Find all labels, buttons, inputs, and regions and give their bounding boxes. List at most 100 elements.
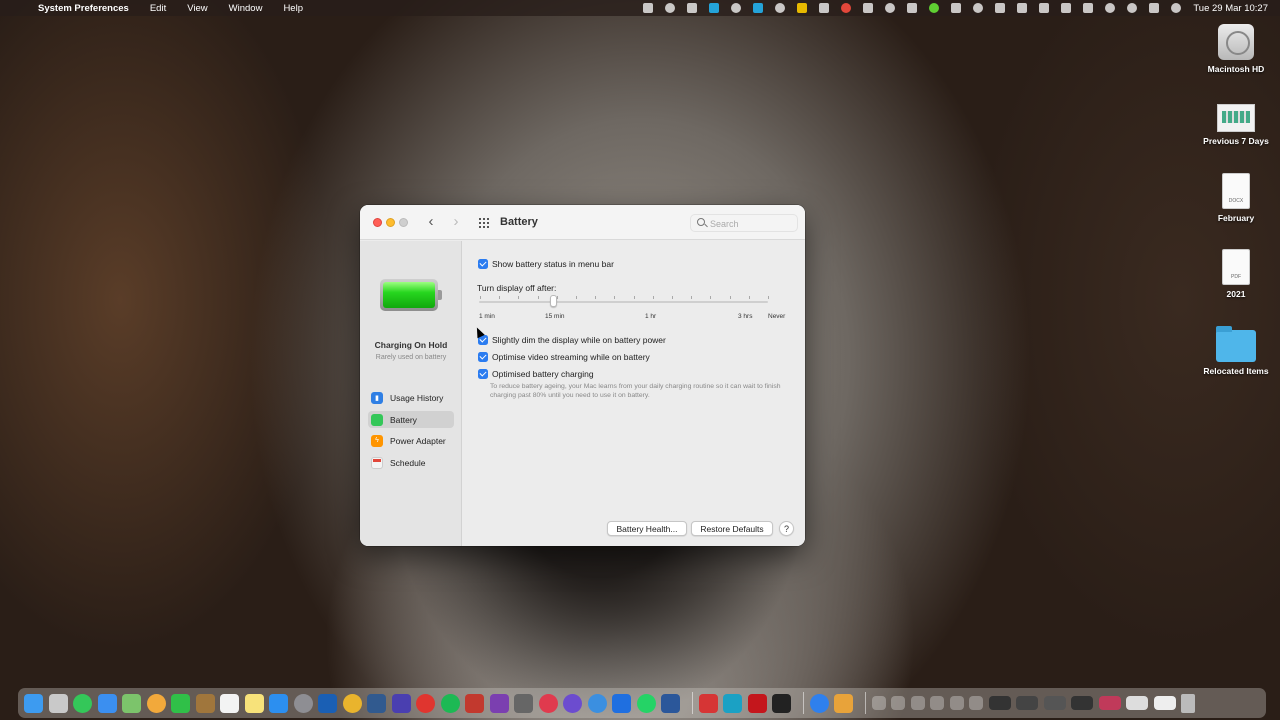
minimized-window-icon[interactable] (1126, 696, 1148, 710)
minimized-window-icon[interactable] (969, 696, 983, 710)
mail-icon[interactable] (97, 693, 117, 713)
minimized-window-icon[interactable] (930, 696, 944, 710)
quicktime-dock-icon[interactable] (723, 693, 742, 713)
bluetooth-icon[interactable] (1017, 3, 1028, 13)
control-center-icon[interactable] (1149, 3, 1160, 13)
display-off-slider-track[interactable] (479, 301, 768, 303)
system-preferences-icon[interactable] (293, 693, 313, 713)
help-button[interactable]: ? (779, 521, 794, 536)
contacts-icon[interactable] (195, 693, 215, 713)
battery-health-button[interactable]: Battery Health... (607, 521, 687, 536)
window-titlebar[interactable]: ‹ › Battery (360, 205, 805, 240)
app-pink-icon[interactable] (538, 693, 558, 713)
menu-edit[interactable]: Edit (150, 3, 166, 14)
onenote-icon[interactable] (489, 693, 509, 713)
app-purple-icon[interactable] (563, 693, 582, 713)
minimize-button[interactable] (386, 218, 395, 227)
window-icon[interactable] (951, 3, 962, 13)
reminders-icon[interactable] (220, 693, 239, 713)
minimized-window-icon[interactable] (871, 696, 886, 710)
restore-defaults-button[interactable]: Restore Defaults (691, 521, 773, 536)
app-menu[interactable]: System Preferences (38, 3, 129, 14)
drive-icon[interactable] (797, 3, 808, 13)
sidebar-item-schedule[interactable]: Schedule (368, 454, 454, 471)
menu-help[interactable]: Help (283, 3, 303, 14)
globe-icon[interactable] (809, 693, 829, 713)
cloud-icon[interactable] (665, 3, 676, 13)
clipboard-icon[interactable] (819, 3, 830, 13)
powerpoint-icon[interactable] (465, 693, 484, 713)
acrobat-icon[interactable] (747, 693, 767, 713)
menu-view[interactable]: View (187, 3, 207, 14)
trash-icon[interactable] (1181, 693, 1195, 713)
menu-window[interactable]: Window (229, 3, 263, 14)
photos-icon[interactable] (146, 693, 166, 713)
siri-icon[interactable] (1171, 3, 1182, 13)
status-green-icon[interactable] (929, 3, 940, 13)
zoom-button[interactable] (399, 218, 408, 227)
minimized-window-icon[interactable] (949, 696, 964, 710)
archive-icon[interactable] (834, 693, 853, 713)
messages-icon[interactable] (73, 693, 92, 713)
facetime-icon[interactable] (171, 693, 190, 713)
optimise-video-checkbox[interactable]: Optimise video streaming while on batter… (478, 352, 650, 362)
wifi-icon[interactable] (1061, 3, 1072, 13)
spotlight-icon[interactable] (1127, 3, 1138, 13)
display-off-slider-thumb[interactable] (550, 295, 557, 307)
utility-icon[interactable] (514, 693, 533, 713)
checkbox-checked[interactable] (478, 259, 488, 269)
screen-record-icon[interactable] (643, 3, 654, 13)
minimized-window-icon[interactable] (891, 696, 905, 710)
search-input[interactable] (710, 217, 795, 230)
terminal-icon[interactable] (772, 693, 791, 713)
dictation-icon[interactable] (907, 3, 918, 13)
minimized-window-icon[interactable] (988, 696, 1011, 710)
time-machine-icon[interactable] (1105, 3, 1116, 13)
chrome-icon[interactable] (342, 693, 362, 713)
minimized-window-icon[interactable] (1071, 696, 1093, 710)
desktop-icon-macintosh-hd[interactable]: Macintosh HD (1196, 24, 1276, 74)
quicktime-icon[interactable] (709, 3, 720, 13)
spotify-icon[interactable] (440, 693, 460, 713)
sidebar-item-power-adapter[interactable]: ϟ Power Adapter (368, 432, 454, 449)
checkbox-checked[interactable] (478, 352, 488, 362)
maps-icon[interactable] (122, 693, 141, 713)
safari-icon[interactable] (587, 693, 607, 713)
show-all-grid-icon[interactable] (478, 217, 490, 229)
app-status-icon[interactable] (753, 3, 764, 13)
play-icon[interactable] (973, 3, 984, 13)
vpn-icon[interactable] (775, 3, 786, 13)
mic-icon[interactable] (863, 3, 874, 13)
minimized-window-icon[interactable] (1153, 696, 1176, 710)
show-battery-status-checkbox[interactable]: Show battery status in menu bar (478, 259, 614, 269)
back-chevron-icon[interactable]: ‹ (424, 214, 438, 230)
app-store-icon[interactable] (269, 693, 288, 713)
desktop-icon-2021[interactable]: PDF 2021 (1196, 249, 1276, 299)
desktop-icon-previous-7-days[interactable]: Previous 7 Days (1196, 104, 1276, 146)
preview-icon[interactable] (367, 693, 386, 713)
launchpad-icon[interactable] (48, 693, 68, 713)
optimised-charging-checkbox[interactable]: Optimised battery charging (478, 369, 594, 379)
dim-display-checkbox[interactable]: Slightly dim the display while on batter… (478, 335, 666, 345)
app-red2-icon[interactable] (698, 693, 718, 713)
minimized-window-icon[interactable] (1043, 696, 1066, 710)
word-icon[interactable] (661, 693, 680, 713)
todo-icon[interactable] (612, 693, 631, 713)
menu-clock[interactable]: Tue 29 Mar 10:27 (1193, 3, 1268, 14)
sidebar-item-usage-history[interactable]: ▮ Usage History (368, 389, 454, 406)
phone-icon[interactable] (687, 3, 698, 13)
imovie-icon[interactable] (391, 693, 411, 713)
notes-icon[interactable] (244, 693, 264, 713)
minimized-window-icon[interactable] (1016, 696, 1038, 710)
app-red-icon[interactable] (416, 693, 435, 713)
desktop-icon-february[interactable]: DOCX February (1196, 173, 1276, 223)
record-icon[interactable] (841, 3, 852, 13)
bluetooth-like-icon[interactable] (885, 3, 896, 13)
minimized-window-icon[interactable] (910, 696, 925, 710)
whatsapp-icon[interactable] (636, 693, 656, 713)
sidebar-item-battery[interactable]: Battery (368, 411, 454, 428)
minimized-window-icon[interactable] (1098, 696, 1121, 710)
close-button[interactable] (373, 218, 382, 227)
desktop-icon-relocated-items[interactable]: Relocated Items (1196, 326, 1276, 376)
finder-icon[interactable] (24, 693, 43, 713)
